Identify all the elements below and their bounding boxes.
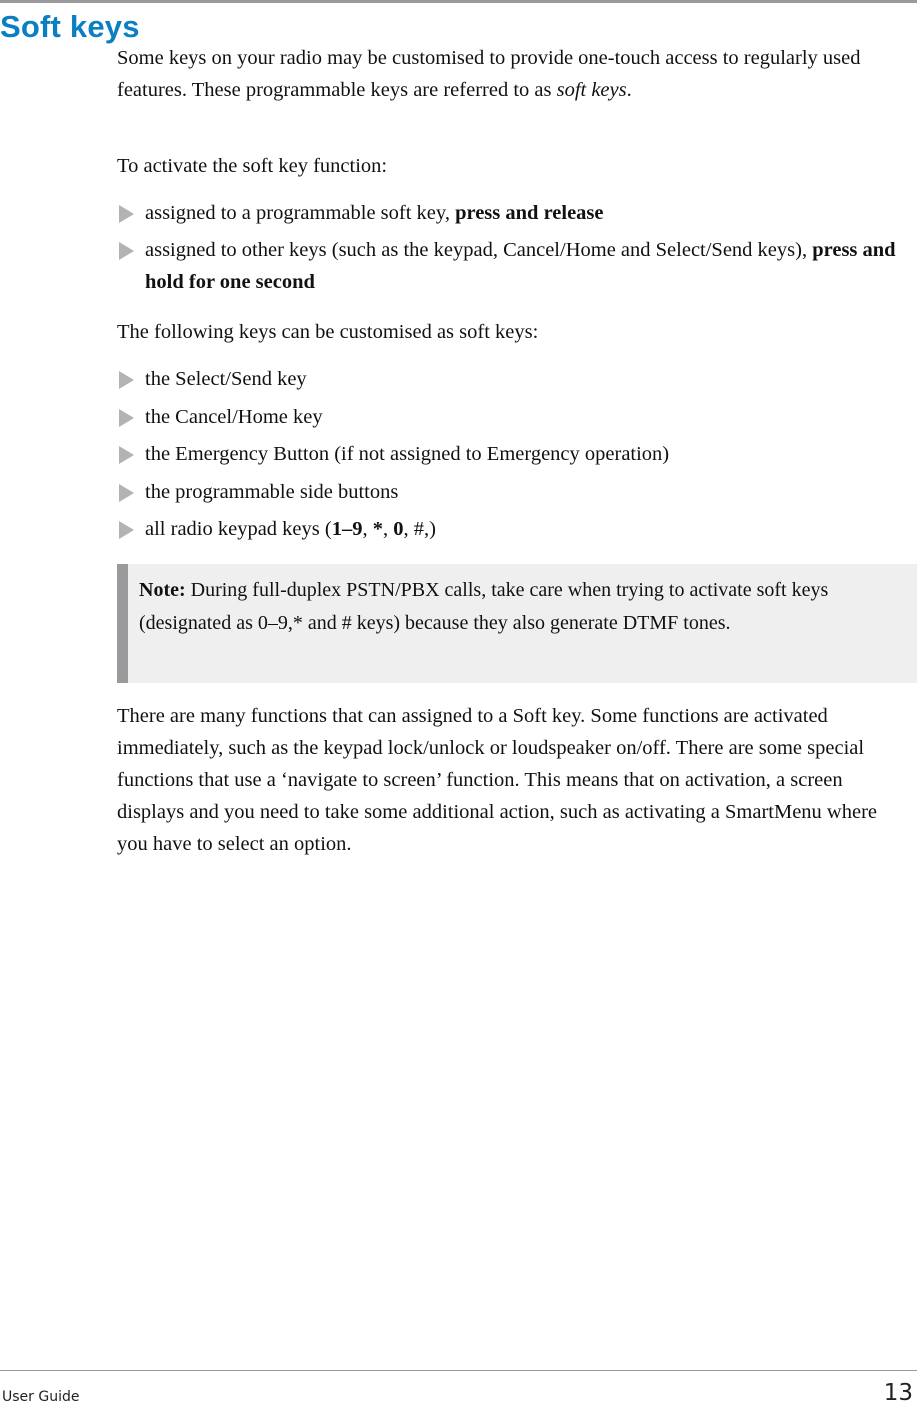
list-item: the Select/Send key <box>117 363 912 395</box>
page-number: 13 <box>883 1380 913 1406</box>
intro-end: . <box>626 79 632 101</box>
list-item: all radio keypad keys (1–9, *, 0, #,) <box>117 513 912 545</box>
note-box: Note: During full-duplex PSTN/PBX calls,… <box>117 564 917 683</box>
intro-emphasis: soft keys <box>556 79 627 101</box>
key-hash: # <box>413 518 424 540</box>
list-item: the Emergency Button (if not assigned to… <box>117 438 912 470</box>
bullet-arrow-icon <box>119 242 134 260</box>
bullet-text: assigned to a programmable soft key, <box>145 202 456 224</box>
key-zero: 0 <box>393 518 404 540</box>
bullet-arrow-icon <box>119 205 134 223</box>
list-item: assigned to other keys (such as the keyp… <box>117 234 912 298</box>
separator: , <box>382 518 394 540</box>
list-item: assigned to a programmable soft key, pre… <box>117 197 912 229</box>
bullet-arrow-icon <box>119 371 134 389</box>
footer-rule <box>0 1370 917 1371</box>
top-rule <box>0 0 917 3</box>
bullet-arrow-icon <box>119 484 134 502</box>
bullet-arrow-icon <box>119 446 134 464</box>
list-item: the programmable side buttons <box>117 476 912 508</box>
key-star: * <box>372 518 383 540</box>
list-item: the Cancel/Home key <box>117 401 912 433</box>
bullet-suffix: ,) <box>423 518 436 540</box>
bullet-text: assigned to other keys (such as the keyp… <box>145 239 813 261</box>
activate-label: To activate the soft key function: <box>117 155 388 177</box>
bullet-arrow-icon <box>119 521 134 539</box>
intro-text: Some keys on your radio may be customise… <box>117 47 861 101</box>
key-range: 1–9 <box>331 518 363 540</box>
bullet-text: the Select/Send key <box>145 368 307 390</box>
separator: , <box>362 518 373 540</box>
bullet-text: the Emergency Button (if not assigned to… <box>145 443 670 465</box>
section-heading: Soft keys <box>0 9 140 44</box>
note-label: Note: <box>139 579 186 601</box>
bullet-text: the programmable side buttons <box>145 481 399 503</box>
bullet-text: the Cancel/Home key <box>145 406 323 428</box>
note-text: During full-duplex PSTN/PBX calls, take … <box>139 579 829 634</box>
footer-document-title: User Guide <box>2 1389 80 1405</box>
bullet-text: all radio keypad keys ( <box>145 518 332 540</box>
bullet-bold: press and release <box>455 202 604 224</box>
customisable-label: The following keys can be customised as … <box>117 321 539 343</box>
closing-paragraph: There are many functions that can assign… <box>117 705 878 855</box>
separator: , <box>403 518 414 540</box>
bullet-arrow-icon <box>119 409 134 427</box>
intro-paragraph: Some keys on your radio may be customise… <box>117 42 912 106</box>
